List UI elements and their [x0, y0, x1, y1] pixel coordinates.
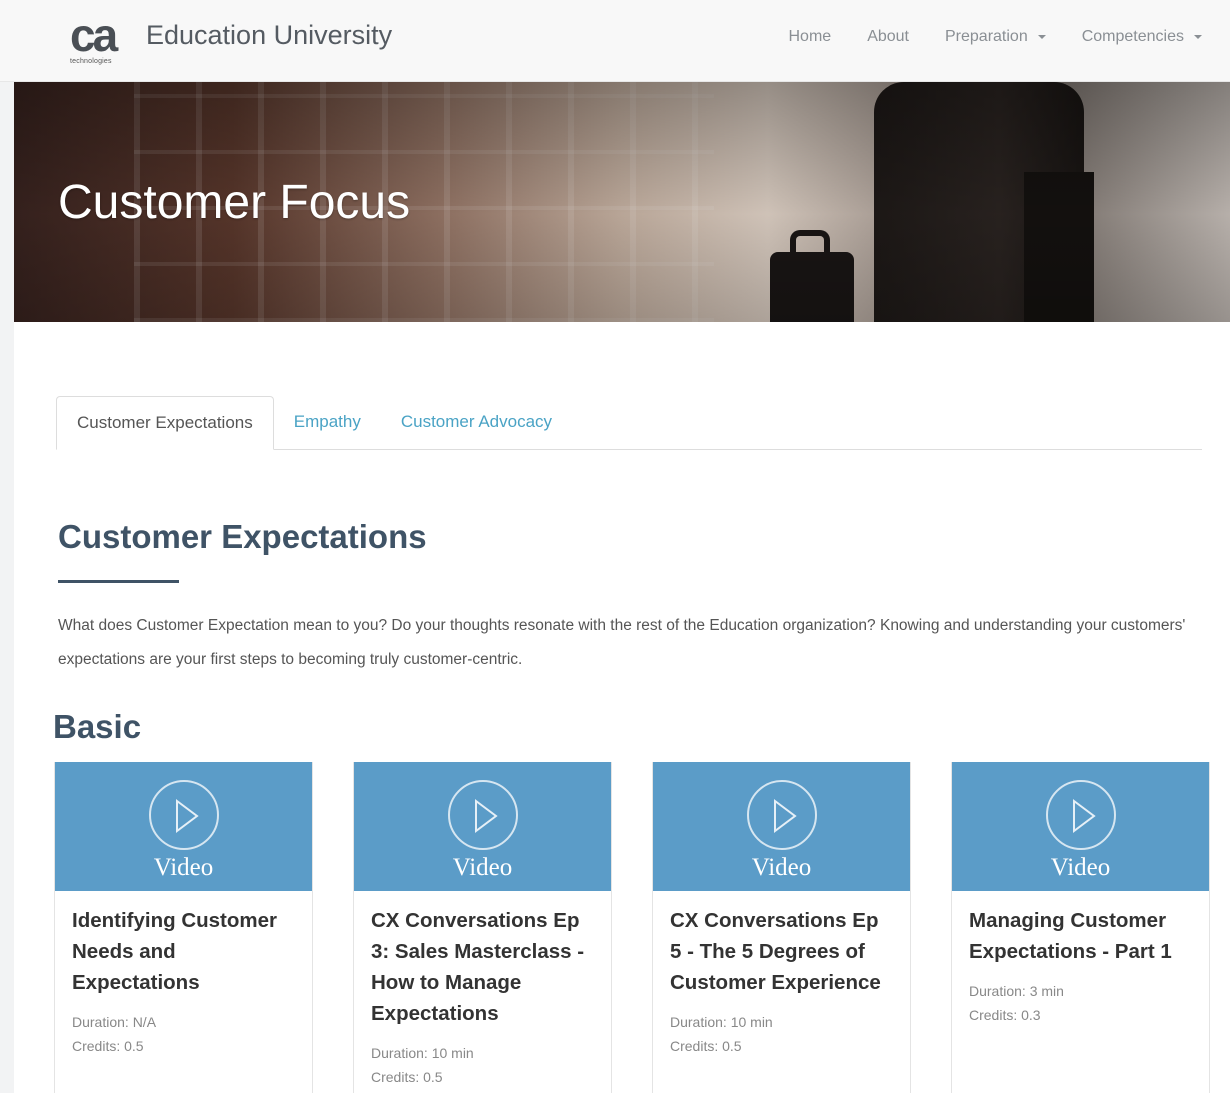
section-divider	[58, 580, 179, 583]
course-credits: Credits: 0.3	[969, 1007, 1041, 1023]
course-card[interactable]: Video Identifying Customer Needs and Exp…	[54, 762, 313, 1093]
caret-down-icon	[1037, 35, 1046, 39]
main-nav: Home About Preparation Competencies	[789, 28, 1202, 46]
course-duration: Duration: 10 min	[670, 1014, 773, 1030]
nav-about-label: About	[867, 28, 909, 45]
tab-customer-expectations[interactable]: Customer Expectations	[56, 396, 274, 450]
course-card[interactable]: Video CX Conversations Ep 5 - The 5 Degr…	[652, 762, 911, 1093]
tab-empathy[interactable]: Empathy	[274, 396, 381, 450]
nav-home[interactable]: Home	[789, 28, 832, 46]
tab-customer-advocacy[interactable]: Customer Advocacy	[381, 396, 572, 450]
play-circle-icon[interactable]	[746, 780, 817, 850]
video-thumbnail[interactable]: Video	[55, 762, 312, 891]
course-duration: Duration: 10 min	[371, 1045, 474, 1061]
course-meta: Duration: 3 min Credits: 0.3	[969, 979, 1193, 1027]
play-circle-icon[interactable]	[148, 780, 219, 850]
nav-home-label: Home	[788, 28, 832, 45]
top-navbar: ca technologies Education University Hom…	[0, 0, 1230, 82]
video-thumbnail[interactable]: Video	[653, 762, 910, 891]
nav-competencies-label: Competencies	[1081, 28, 1184, 45]
caret-down-icon	[1194, 35, 1202, 39]
course-meta: Duration: 10 min Credits: 0.5	[670, 1010, 894, 1058]
logo-mark: ca	[70, 9, 118, 61]
course-meta: Duration: 10 min Credits: 0.5	[371, 1041, 595, 1089]
course-card[interactable]: Video CX Conversations Ep 3: Sales Maste…	[353, 762, 612, 1093]
media-type-label: Video	[153, 854, 214, 881]
course-title[interactable]: CX Conversations Ep 5 - The 5 Degrees of…	[670, 905, 894, 998]
course-credits: Credits: 0.5	[72, 1038, 144, 1054]
section-description: What does Customer Expectation mean to y…	[58, 617, 1186, 668]
section-title: Customer Expectations	[58, 518, 427, 555]
media-type-label: Video	[1050, 854, 1111, 881]
course-card[interactable]: Video Managing Customer Expectations - P…	[951, 762, 1210, 1093]
course-credits: Credits: 0.5	[371, 1069, 443, 1085]
topic-tabs: Customer Expectations Empathy Customer A…	[56, 396, 1202, 450]
course-duration: Duration: N/A	[72, 1014, 157, 1030]
level-heading: Basic	[53, 708, 142, 745]
card-body: CX Conversations Ep 5 - The 5 Degrees of…	[653, 891, 910, 1074]
play-circle-icon[interactable]	[1045, 780, 1116, 850]
card-body: Managing Customer Expectations - Part 1 …	[952, 891, 1209, 1043]
nav-about[interactable]: About	[867, 28, 909, 46]
nav-preparation-dropdown[interactable]: Preparation	[945, 28, 1046, 46]
course-title[interactable]: Identifying Customer Needs and Expectati…	[72, 905, 296, 998]
course-card-list: Video Identifying Customer Needs and Exp…	[54, 762, 1210, 1093]
nav-preparation-label: Preparation	[945, 28, 1028, 45]
video-thumbnail[interactable]: Video	[354, 762, 611, 891]
card-body: CX Conversations Ep 3: Sales Masterclass…	[354, 891, 611, 1093]
course-duration: Duration: 3 min	[969, 983, 1064, 999]
brand-title[interactable]: Education University	[146, 20, 392, 51]
card-body: Identifying Customer Needs and Expectati…	[55, 891, 312, 1074]
media-type-label: Video	[452, 854, 513, 881]
play-circle-icon[interactable]	[447, 780, 518, 850]
course-title[interactable]: Managing Customer Expectations - Part 1	[969, 905, 1193, 967]
logo-subtext: technologies	[70, 58, 112, 65]
media-type-label: Video	[751, 854, 812, 881]
ca-logo[interactable]: ca technologies	[70, 12, 138, 70]
course-credits: Credits: 0.5	[670, 1038, 742, 1054]
hero-title: Customer Focus	[58, 176, 411, 229]
video-thumbnail[interactable]: Video	[952, 762, 1209, 891]
course-meta: Duration: N/A Credits: 0.5	[72, 1010, 296, 1058]
course-title[interactable]: CX Conversations Ep 3: Sales Masterclass…	[371, 905, 595, 1029]
nav-competencies-dropdown[interactable]: Competencies	[1082, 28, 1202, 46]
